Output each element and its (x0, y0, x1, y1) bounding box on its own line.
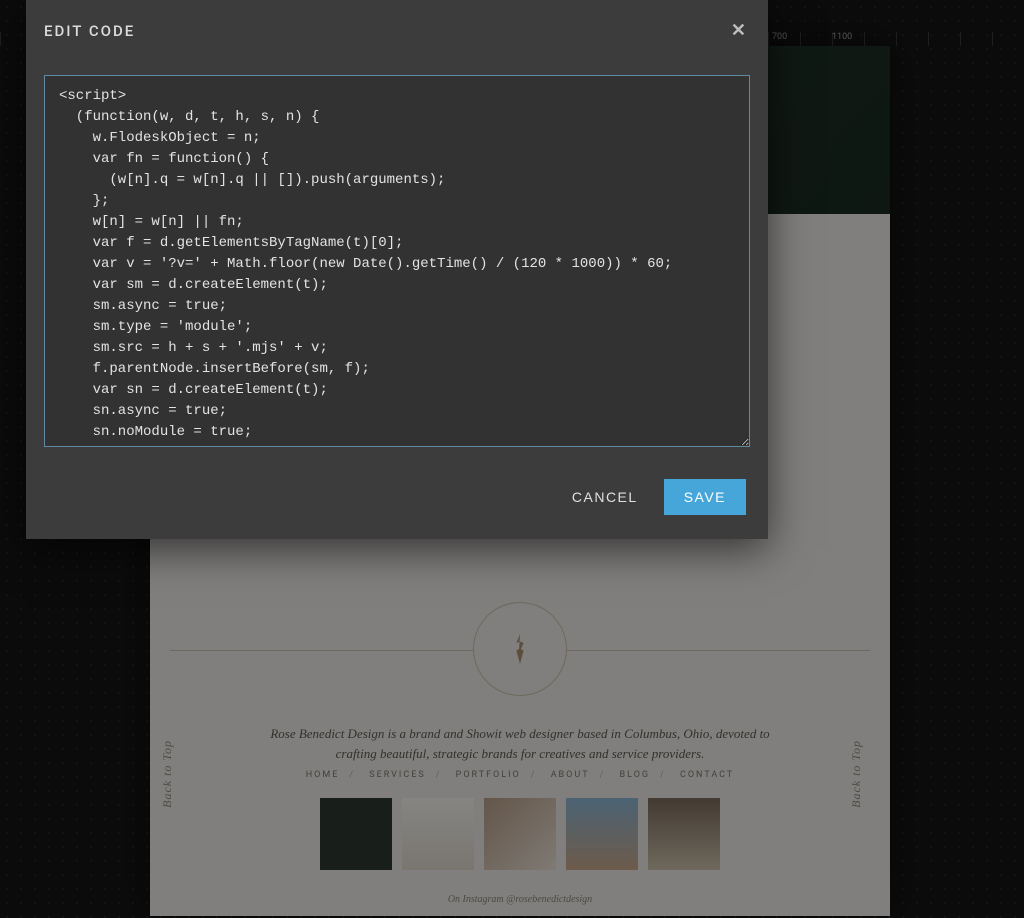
close-icon[interactable]: ✕ (727, 16, 750, 45)
code-textarea[interactable] (44, 75, 750, 447)
cancel-button[interactable]: CANCEL (572, 489, 638, 505)
modal-title: EDIT CODE (44, 22, 135, 40)
modal-footer: CANCEL SAVE (26, 451, 768, 539)
modal-header: EDIT CODE ✕ (26, 0, 768, 59)
save-button[interactable]: SAVE (664, 479, 746, 515)
edit-code-modal: EDIT CODE ✕ CANCEL SAVE (26, 0, 768, 539)
